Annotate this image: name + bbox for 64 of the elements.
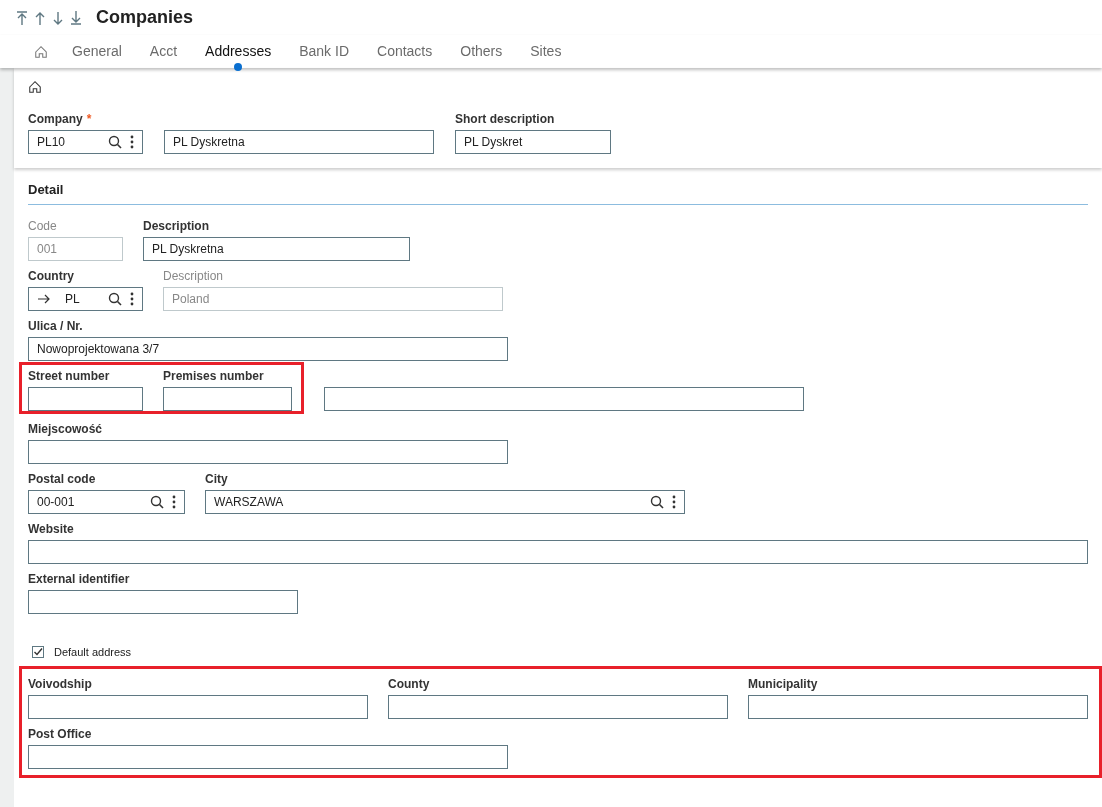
checkbox-label: Default address	[54, 644, 132, 660]
field-label: Postal code	[28, 471, 96, 486]
search-icon[interactable]	[108, 291, 122, 306]
field-label: External identifier	[28, 571, 130, 586]
input-field: Poland	[163, 286, 503, 311]
input-field[interactable]: WARSZAWA	[205, 489, 685, 514]
input-field[interactable]: 00-001	[28, 489, 185, 514]
tab[interactable]: Sites	[516, 35, 576, 68]
field-label: Website	[28, 521, 74, 536]
input-field[interactable]: PL Dyskret	[455, 130, 611, 154]
tab[interactable]: General	[58, 35, 136, 68]
search-icon[interactable]	[108, 135, 122, 149]
tab[interactable]: Bank ID	[285, 35, 363, 68]
field-label: Municipality	[748, 677, 818, 691]
field-label: Country	[28, 268, 74, 283]
home-icon	[28, 80, 42, 94]
input-field[interactable]	[748, 695, 1088, 719]
field-label: Company	[28, 112, 83, 126]
input-field[interactable]	[28, 439, 508, 464]
input-field[interactable]: PL10	[28, 130, 143, 154]
tab[interactable]: Others	[446, 35, 517, 68]
search-icon[interactable]	[150, 494, 164, 509]
input-field[interactable]	[388, 695, 728, 719]
required-mark: *	[86, 112, 92, 126]
field-label: Voivodship	[28, 677, 92, 691]
field-label: Ulica / Nr.	[28, 318, 83, 333]
field-label: Miejscowość	[28, 421, 103, 436]
input-field[interactable]: PL Dyskretna	[143, 236, 410, 261]
input-field[interactable]	[324, 386, 804, 411]
next-record-icon[interactable]	[52, 10, 64, 25]
more-options-icon[interactable]	[130, 135, 134, 149]
field-label: Post Office	[28, 727, 92, 741]
tab[interactable]: Contacts	[363, 35, 447, 68]
input-field[interactable]: PL	[28, 286, 143, 311]
field-label: Description	[143, 218, 209, 233]
search-icon[interactable]	[650, 494, 664, 509]
more-options-icon[interactable]	[172, 494, 176, 509]
field-label: Short description	[455, 112, 555, 126]
more-options-icon[interactable]	[672, 494, 676, 509]
field-label: County	[388, 677, 430, 691]
last-record-icon[interactable]	[70, 10, 82, 25]
input-field[interactable]: PL Dyskretna	[164, 130, 434, 154]
checkbox[interactable]	[32, 645, 44, 658]
tab[interactable]: Acct	[135, 35, 192, 68]
field-label: Premises number	[163, 368, 264, 383]
input-field[interactable]	[163, 386, 292, 411]
page-title: Companies	[96, 6, 194, 29]
more-options-icon[interactable]	[130, 291, 134, 306]
tab[interactable]: Addresses	[191, 35, 286, 68]
first-record-icon[interactable]	[16, 10, 28, 25]
previous-record-icon[interactable]	[34, 10, 46, 25]
input-field[interactable]	[28, 539, 1088, 564]
input-field[interactable]	[28, 745, 508, 769]
input-field: 001	[28, 236, 123, 261]
field-label: Description	[163, 268, 224, 283]
section-title: Detail	[28, 176, 1088, 205]
field-label: Code	[28, 218, 57, 233]
field-label: City	[205, 471, 228, 486]
input-field[interactable]	[28, 386, 143, 411]
input-field[interactable]	[28, 695, 368, 719]
field-label: Street number	[28, 368, 110, 383]
input-field[interactable]: Nowoprojektowana 3/7	[28, 336, 508, 361]
input-field[interactable]	[28, 589, 298, 614]
home-icon	[34, 45, 48, 60]
